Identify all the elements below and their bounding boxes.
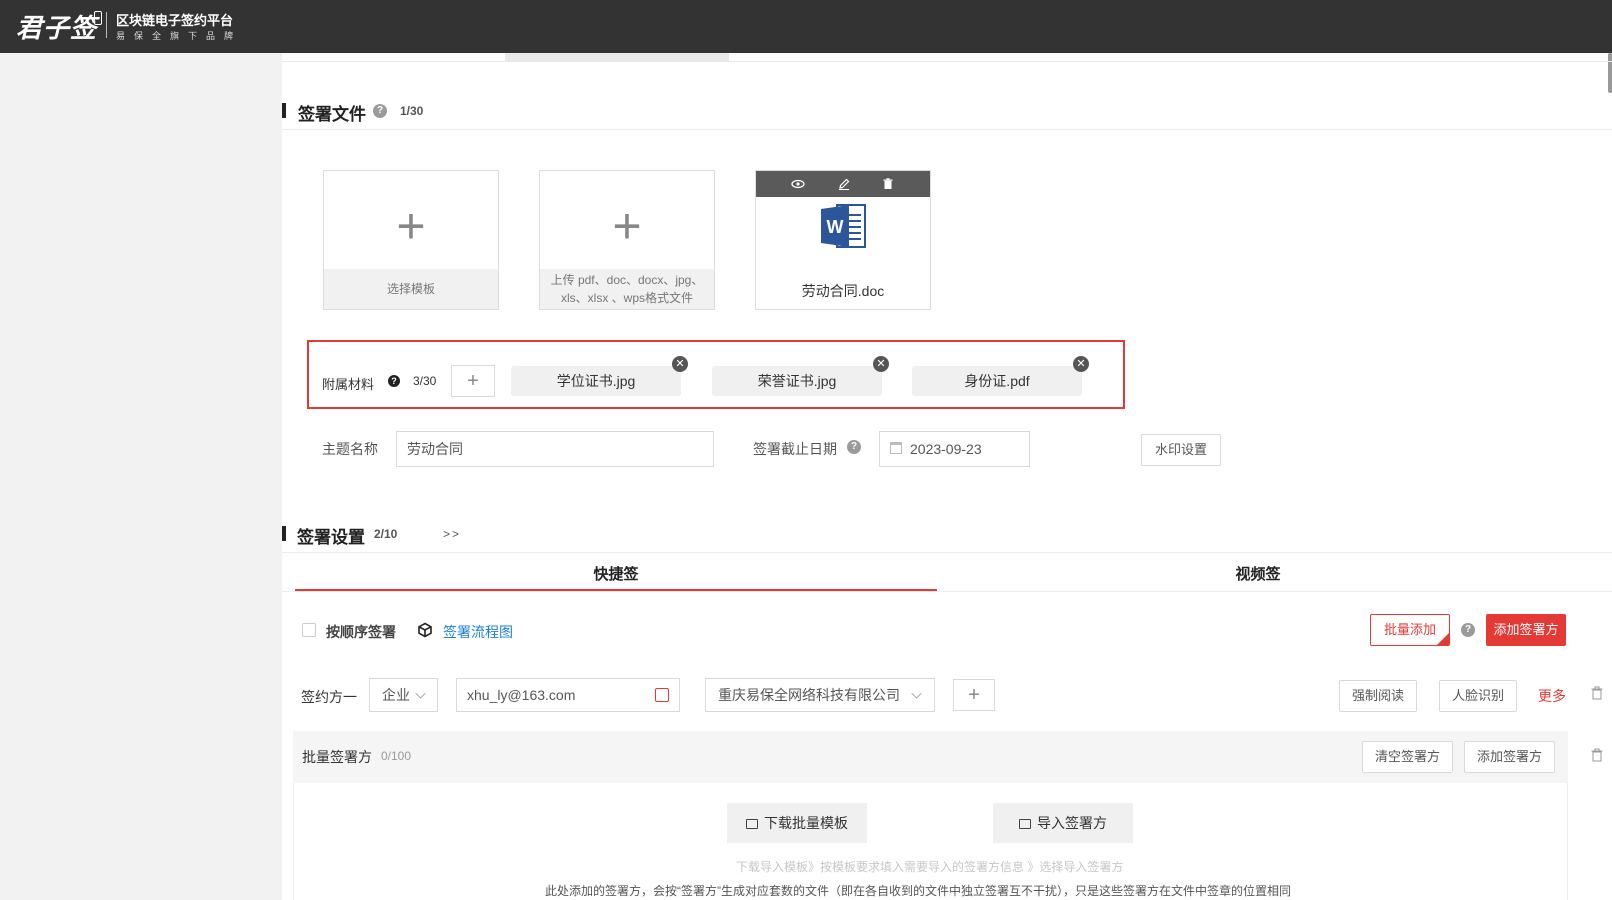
batch-signers-count: 0/100 [381,749,412,763]
trash-icon[interactable] [880,176,896,192]
uploaded-doc-card[interactable]: W 劳动合同.doc [755,170,931,310]
svg-text:W: W [827,217,844,237]
subject-label: 主题名称 [322,441,378,457]
deadline-value: 2023-09-23 [910,441,982,457]
remove-attachment-icon[interactable]: ✕ [1073,356,1089,372]
question-icon[interactable]: ? [373,104,387,118]
signer-company-select[interactable]: 重庆易保全网络科技有限公司 [705,678,935,712]
upload-file-card[interactable]: + 上传 pdf、doc、docx、jpg、 xls、xlsx 、wps格式文件 [539,170,715,310]
clear-signers-button[interactable]: 清空签署方 [1362,741,1453,773]
batch-add-button[interactable]: 批量添加 [1370,614,1450,646]
tab-quick-sign[interactable]: 快捷签 [295,563,937,584]
force-read-button[interactable]: 强制阅读 [1339,680,1417,712]
upload-hint-line2: xls、xlsx 、wps格式文件 [560,291,693,305]
expand-toggle[interactable]: >> [443,527,461,541]
signer-email-value: xhu_ly@163.com [467,687,576,703]
folder-icon [746,819,758,829]
batch-signers-title: 批量签署方 [302,749,372,765]
flow-chart-link[interactable]: 签署流程图 [443,622,513,642]
top-strip-divider [282,61,1612,62]
upload-hint: 上传 pdf、doc、docx、jpg、 xls、xlsx 、wps格式文件 [540,269,714,309]
signer-company-value: 重庆易保全网络科技有限公司 [718,687,900,703]
doc-name: 劳动合同.doc [801,283,885,299]
scrollbar[interactable] [1608,53,1612,93]
section-marker [282,526,286,541]
section-divider [282,552,1612,553]
signer-type-value: 企业 [382,687,410,703]
plus-icon: + [396,198,426,254]
watermark-settings-button[interactable]: 水印设置 [1141,434,1221,466]
add-signer-button[interactable]: 添加签署方 [1486,614,1566,646]
choose-template-card[interactable]: + 选择模板 [323,170,499,310]
batch-add-label: 批量添加 [1383,622,1436,637]
download-template-label: 下载批量模板 [764,815,848,831]
signer-email-input[interactable]: xhu_ly@163.com [456,678,680,712]
choose-template-label: 选择模板 [324,269,498,309]
add-attachment-button[interactable]: + [451,365,495,397]
signer-type-select[interactable]: 企业 [369,678,438,712]
platform-title: 区块链电子签约平台 [116,13,234,28]
word-doc-icon: W [819,203,869,249]
sign-in-order-checkbox[interactable] [302,623,316,637]
import-steps-hint: 下载导入模板》按模板要求填入需要导入的签署方信息 》选择导入签署方 [736,860,1124,874]
question-icon[interactable]: ? [847,440,861,454]
sign-files-title: 签署文件 [298,105,366,124]
upload-hint-line1: 上传 pdf、doc、docx、jpg、 [550,273,704,287]
sign-settings-count: 2/10 [374,527,398,541]
subject-input[interactable]: 劳动合同 [396,431,714,467]
question-icon[interactable]: ? [1461,623,1475,637]
contact-book-icon[interactable] [655,688,669,702]
import-signers-label: 导入签署方 [1037,815,1107,831]
platform-subtitle: 易保全旗下品牌 [116,31,243,41]
trash-icon[interactable] [1591,686,1603,700]
plus-icon: + [612,198,642,254]
face-recognition-button[interactable]: 人脸识别 [1439,680,1517,712]
signer-label: 签约方一 [301,689,357,705]
sign-in-order-label: 按顺序签署 [326,624,396,640]
batch-add-signer-button[interactable]: 添加签署方 [1464,741,1555,773]
attachment-chip[interactable]: 荣誉证书.jpg [712,366,882,396]
chevron-down-icon [911,688,922,699]
deadline-input[interactable]: 2023-09-23 [879,431,1030,467]
attachments-label: 附属材料 [322,377,375,392]
doc-toolbar [756,171,930,197]
remove-attachment-icon[interactable]: ✕ [672,356,688,372]
question-icon[interactable]: ? [388,375,400,387]
sign-settings-title: 签署设置 [297,528,365,547]
add-signer-field-button[interactable]: + [953,679,995,711]
section-marker [282,103,286,118]
tab-divider [282,591,1612,592]
chevron-down-icon [415,688,426,699]
download-template-button[interactable]: 下载批量模板 [727,803,867,843]
eye-icon[interactable] [790,176,806,192]
remove-attachment-icon[interactable]: ✕ [873,356,889,372]
attachment-chip[interactable]: 身份证.pdf [912,366,1082,396]
tab-active-underline [295,589,937,591]
import-signers-button[interactable]: 导入签署方 [993,803,1133,843]
more-link[interactable]: 更多 [1538,686,1566,706]
deadline-label: 签署截止日期 [753,441,837,457]
calendar-icon [890,442,902,454]
corner-check-icon [1436,632,1449,645]
logo-text[interactable]: 君子签 [16,8,97,45]
cube-icon [417,622,433,638]
sign-files-count: 1/30 [400,104,424,118]
tab-video-sign[interactable]: 视频签 [937,563,1579,584]
edit-icon[interactable] [836,176,852,192]
section-divider [282,129,1612,130]
logo-divider [106,12,107,38]
attachments-count: 3/30 [413,374,437,388]
attachment-chip[interactable]: 学位证书.jpg [511,366,681,396]
top-bar: 君子签 区块链电子签约平台 易保全旗下品牌 [0,0,1612,53]
batch-signers-note: 此处添加的签署方，会按“签署方”生成对应套数的文件（即在各自收到的文件中独立签署… [545,884,1291,898]
logo-seal-icon [94,11,102,25]
folder-icon [1019,819,1031,829]
trash-icon[interactable] [1591,748,1603,762]
